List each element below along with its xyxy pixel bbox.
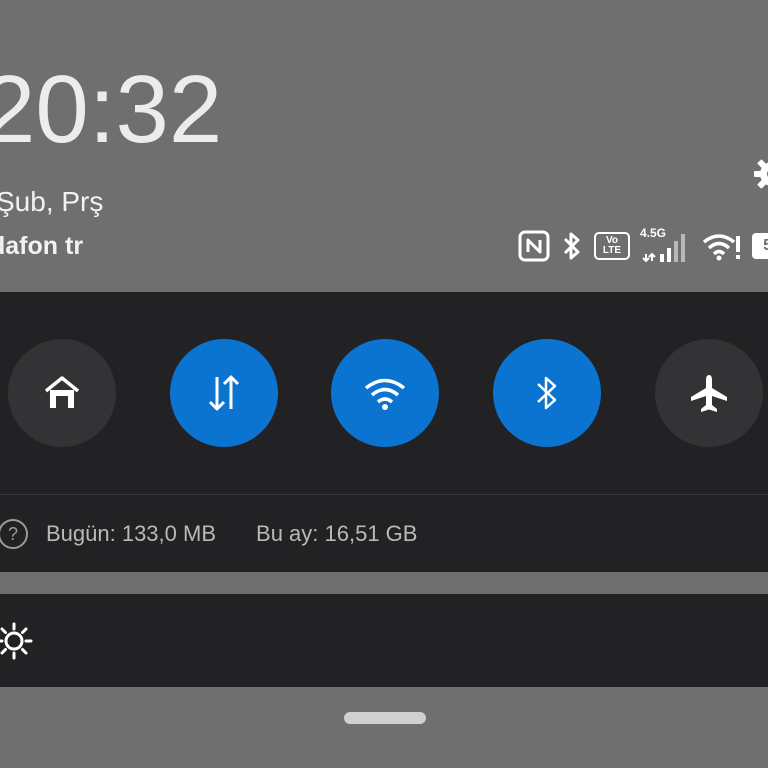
status-icons: Vo LTE 4.5G 5 (518, 226, 768, 264)
battery-icon: 5 (752, 228, 768, 264)
home-icon (44, 376, 80, 408)
panel-drag-handle[interactable] (344, 712, 426, 724)
nfc-icon (518, 228, 550, 264)
usage-month: Bu ay: 16,51 GB (256, 521, 418, 546)
mobile-data-tile[interactable] (170, 339, 278, 447)
airplane-tile[interactable] (655, 339, 763, 447)
signal-4-5g-icon: 4.5G (640, 226, 692, 264)
bluetooth-icon (537, 376, 557, 410)
bluetooth-tile[interactable] (493, 339, 601, 447)
clock: 20:32 (0, 56, 223, 163)
volte-bottom-label: LTE (602, 245, 622, 256)
volte-icon: Vo LTE (594, 228, 630, 264)
data-usage-row[interactable]: ? Bugün: 133,0 MB Bu ay: 16,51 GB (0, 514, 417, 554)
date-label: Şub, Prş (0, 186, 104, 217)
usage-today: Bugün: 133,0 MB (46, 521, 217, 546)
carrier-label: dafon tr (0, 232, 84, 260)
brightness-icon[interactable] (0, 621, 34, 661)
brightness-panel (0, 594, 768, 687)
airplane-icon (691, 375, 727, 412)
qs-divider (0, 494, 768, 495)
settings-gear-icon[interactable] (752, 154, 768, 194)
help-icon[interactable]: ? (0, 519, 28, 549)
wifi-icon (364, 378, 406, 410)
quick-settings-panel: ? Bugün: 133,0 MB Bu ay: 16,51 GB (0, 292, 768, 572)
lock-screen: 20:32 Şub, Prş dafon tr (0, 0, 768, 768)
wifi-tile[interactable] (331, 339, 439, 447)
battery-level-label: 5 (763, 237, 768, 254)
home-tile[interactable] (8, 339, 116, 447)
wifi-alert-icon (702, 228, 742, 264)
bluetooth-icon (560, 228, 584, 264)
data-arrows-icon (208, 375, 240, 411)
